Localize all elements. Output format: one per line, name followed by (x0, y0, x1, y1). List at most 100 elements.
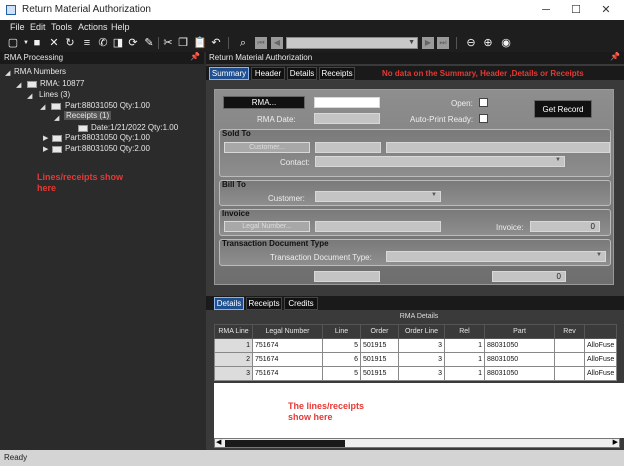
rma-button[interactable]: RMA... (223, 96, 305, 109)
invoice-input[interactable]: 0 (530, 221, 600, 232)
first-record-icon[interactable]: ⏮ (255, 37, 267, 49)
new-icon[interactable]: ▢ (6, 36, 20, 50)
rel-cell[interactable]: 1 (444, 366, 485, 381)
row-line[interactable]: 2 (214, 352, 253, 367)
table-row[interactable]: 1 751674 5 501915 3 1 88031050 AlloFuse (214, 338, 618, 353)
tree-rma[interactable]: RMA: 10877 (40, 79, 84, 88)
row-line[interactable]: 3 (214, 366, 253, 381)
refresh-icon[interactable]: ↻ (63, 36, 77, 50)
horizontal-scrollbar[interactable]: ◀ ▶ (214, 438, 620, 448)
legal-number-input[interactable] (315, 221, 441, 232)
row-line[interactable]: 1 (214, 338, 253, 353)
tab-header[interactable]: Header (251, 67, 285, 80)
book-icon[interactable]: ≡ (80, 36, 94, 50)
delete-icon[interactable]: ✕ (47, 36, 61, 50)
sold-to-customer-name-input[interactable] (386, 142, 610, 153)
scroll-thumb[interactable] (225, 440, 345, 447)
tree-receipts[interactable]: Receipts (1) (64, 111, 112, 120)
part-cell[interactable]: 88031050 (484, 366, 555, 381)
attachment-icon[interactable]: ◨ (111, 36, 125, 50)
expanded-icon[interactable]: ◢ (40, 103, 45, 111)
tree-line-2[interactable]: Part:88031050 Qty:1.00 (65, 133, 150, 142)
legal-number-cell[interactable]: 751674 (252, 338, 323, 353)
back-icon[interactable]: ⊖ (464, 36, 478, 50)
stop-icon[interactable]: ◉ (499, 36, 513, 50)
save-icon[interactable]: ■ (30, 36, 44, 50)
tab-details-grid[interactable]: Details (214, 297, 244, 310)
menu-help[interactable]: Help (111, 22, 130, 32)
paste-icon[interactable]: 📋 (193, 36, 207, 50)
order-cell[interactable]: 501915 (360, 352, 399, 367)
order-line-cell[interactable]: 3 (398, 366, 445, 381)
cut-icon[interactable]: ✂ (161, 36, 175, 50)
legal-number-button[interactable]: Legal Number... (224, 221, 310, 232)
tree-line-3[interactable]: Part:88031050 Qty:2.00 (65, 144, 150, 153)
order-cell[interactable]: 501915 (360, 338, 399, 353)
previous-record-icon[interactable]: ◀ (271, 37, 283, 49)
pin-icon[interactable]: 📌 (190, 52, 200, 61)
tools-icon[interactable]: ✎ (142, 36, 156, 50)
part-cell[interactable]: 88031050 (484, 338, 555, 353)
menu-edit[interactable]: Edit (30, 22, 46, 32)
line-cell[interactable]: 5 (322, 338, 361, 353)
copy-icon[interactable]: ❐ (176, 36, 190, 50)
scroll-left-icon[interactable]: ◀ (216, 438, 221, 446)
undo-icon[interactable]: ↶ (209, 36, 223, 50)
rev-cell[interactable] (554, 366, 585, 381)
tree-receipt-date[interactable]: Date:1/21/2022 Qty:1.00 (91, 123, 178, 132)
menu-tools[interactable]: Tools (51, 22, 72, 32)
expanded-icon[interactable]: ◢ (54, 114, 59, 122)
column-header[interactable]: Order Line (398, 324, 445, 339)
expanded-icon[interactable]: ◢ (27, 92, 32, 100)
menu-actions[interactable]: Actions (78, 22, 108, 32)
close-button[interactable]: ✕ (592, 2, 620, 18)
tdt-select[interactable]: ▼ (386, 251, 606, 262)
customer-button[interactable]: Customer... (224, 142, 310, 153)
tab-details[interactable]: Details (287, 67, 317, 80)
next-record-icon[interactable]: ▶ (422, 37, 434, 49)
tree-line-1[interactable]: Part:88031050 Qty:1.00 (65, 101, 150, 110)
description-cell[interactable]: AlloFuse (583, 352, 618, 367)
menu-file[interactable]: File (10, 22, 25, 32)
column-header[interactable]: Order (360, 324, 399, 339)
column-header[interactable]: Part (484, 324, 555, 339)
record-selector[interactable]: ▼ (286, 37, 418, 49)
part-cell[interactable]: 88031050 (484, 352, 555, 367)
rma-date-input[interactable] (314, 113, 380, 124)
table-row[interactable]: 2 751674 6 501915 3 1 88031050 AlloFuse (214, 352, 618, 367)
column-header[interactable]: Line (322, 324, 361, 339)
legal-number-cell[interactable]: 751674 (252, 366, 323, 381)
rel-cell[interactable]: 1 (444, 352, 485, 367)
tree-lines[interactable]: Lines (3) (39, 90, 70, 99)
minimize-button[interactable]: ─ (532, 2, 560, 18)
order-line-cell[interactable]: 3 (398, 352, 445, 367)
forward-icon[interactable]: ⊕ (481, 36, 495, 50)
search-icon[interactable]: ⌕ (236, 36, 250, 50)
open-checkbox[interactable] (479, 98, 488, 107)
contact-select[interactable]: ▼ (315, 156, 565, 167)
phone-icon[interactable]: ✆ (96, 36, 110, 50)
tab-credits[interactable]: Credits (284, 297, 318, 310)
bill-to-customer-select[interactable]: ▼ (315, 191, 441, 202)
tree-root[interactable]: RMA Numbers (14, 67, 66, 76)
pin-icon[interactable]: 📌 (610, 52, 620, 61)
rel-cell[interactable]: 1 (444, 338, 485, 353)
tab-receipts[interactable]: Receipts (319, 67, 355, 80)
sold-to-customer-id-input[interactable] (315, 142, 381, 153)
column-header[interactable]: RMA Line (214, 324, 253, 339)
line-cell[interactable]: 6 (322, 352, 361, 367)
last-record-icon[interactable]: ⏭ (437, 37, 449, 49)
column-header[interactable] (583, 324, 618, 339)
column-header[interactable]: Rel (444, 324, 485, 339)
description-cell[interactable]: AlloFuse (583, 338, 618, 353)
order-line-cell[interactable]: 3 (398, 338, 445, 353)
order-cell[interactable]: 501915 (360, 366, 399, 381)
sync-icon[interactable]: ⟳ (126, 36, 140, 50)
rma-number-input[interactable] (314, 97, 380, 108)
column-header[interactable]: Rev (554, 324, 585, 339)
expanded-icon[interactable]: ◢ (16, 81, 21, 89)
tab-summary[interactable]: Summary (209, 67, 249, 80)
description-cell[interactable]: AlloFuse (583, 366, 618, 381)
collapsed-icon[interactable]: ▶ (43, 134, 48, 142)
tab-receipts-grid[interactable]: Receipts (246, 297, 282, 310)
